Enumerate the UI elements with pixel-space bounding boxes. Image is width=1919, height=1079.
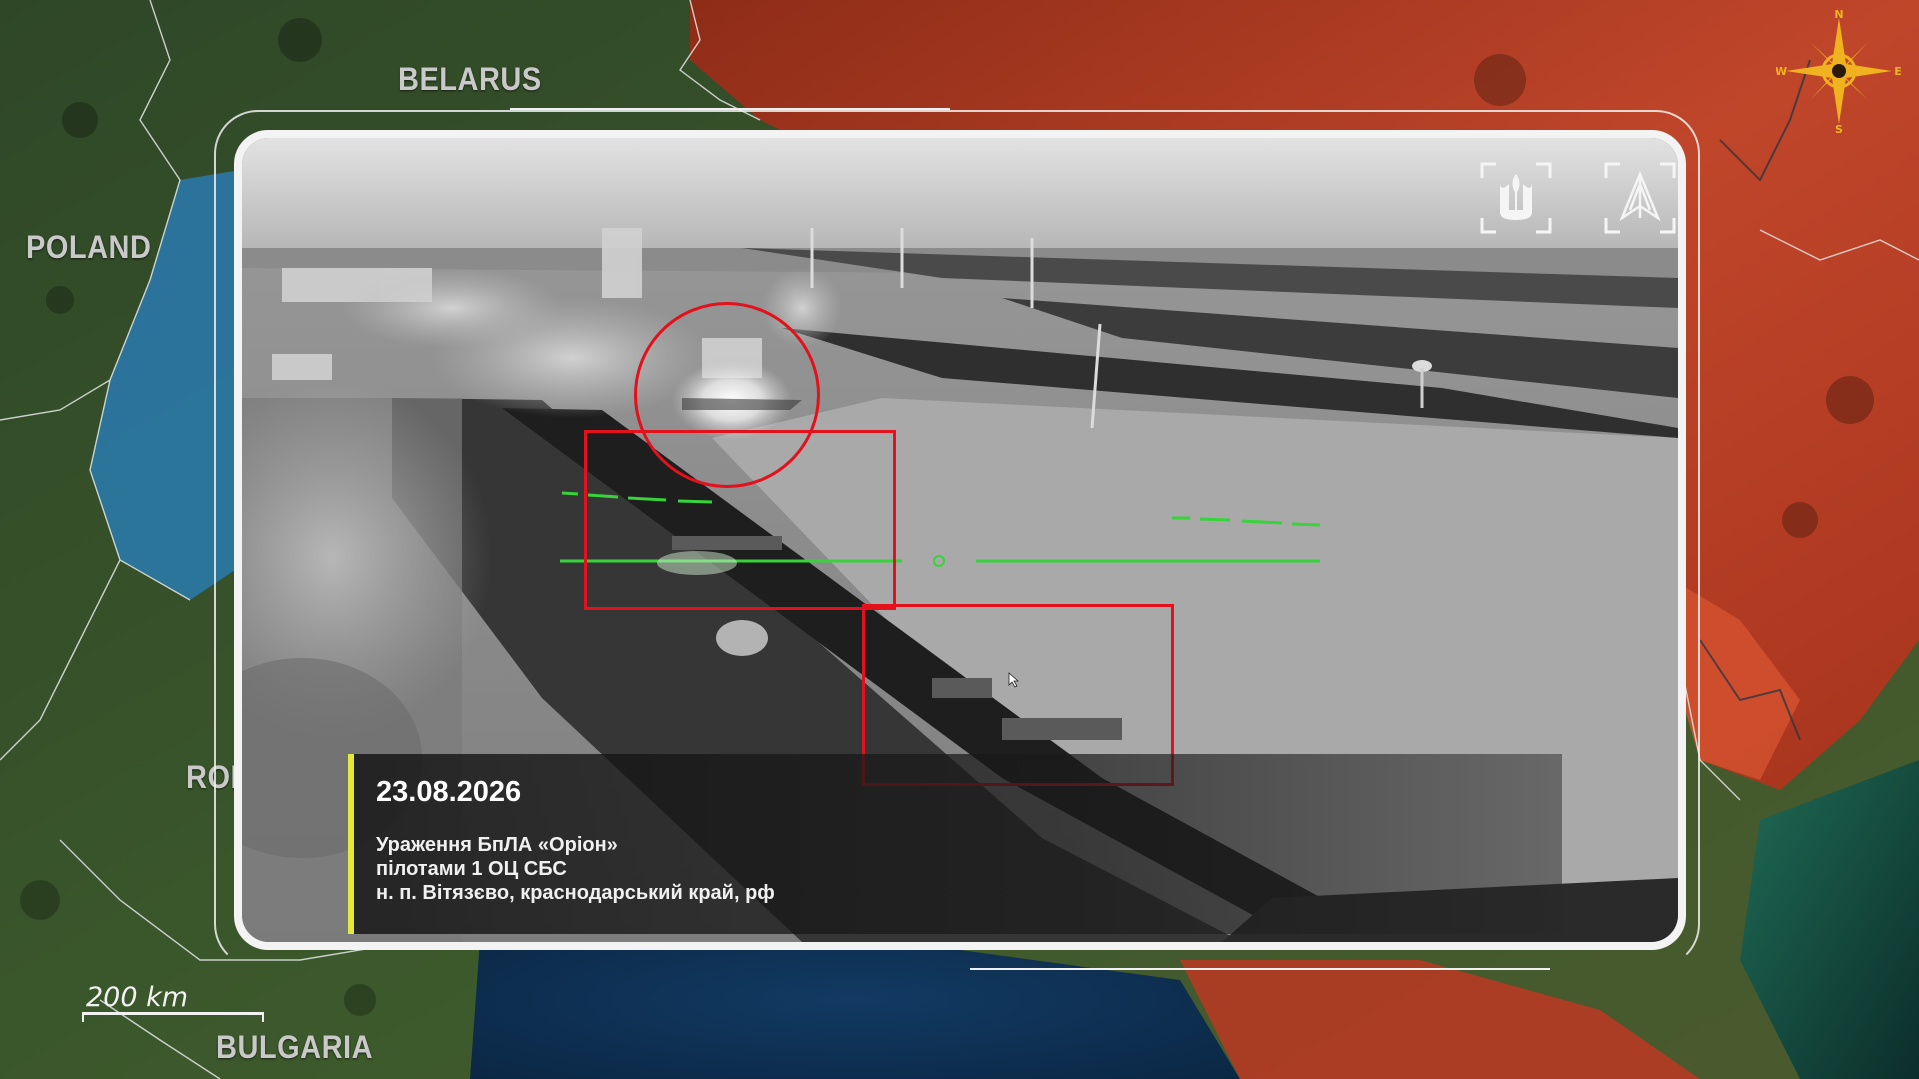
caption-line-1: Ураження БпЛА «Оріон»	[376, 834, 618, 856]
caption-date: 23.08.2026	[376, 776, 522, 808]
target-box-1	[584, 430, 896, 610]
compass-n: N	[1834, 8, 1843, 21]
video-card: 23.08.2026 Ураження БпЛА «Оріон» пілотам…	[234, 130, 1686, 950]
label-poland: POLAND	[26, 230, 152, 266]
mouse-cursor-icon	[1008, 672, 1020, 688]
caption-line-2: пілотами 1 ОЦ СБС	[376, 858, 567, 880]
trident-icon	[1478, 160, 1554, 236]
wings-icon	[1602, 160, 1678, 236]
map-scale: 200 km	[82, 982, 266, 1022]
caption-accent-bar	[348, 754, 354, 934]
compass-e: E	[1894, 65, 1902, 78]
scale-bar	[82, 1012, 264, 1022]
scale-label: 200 km	[86, 982, 189, 1013]
thermal-video-frame[interactable]: 23.08.2026 Ураження БпЛА «Оріон» пілотам…	[242, 138, 1678, 942]
decor-line-bottom	[970, 968, 1550, 970]
compass-rose-icon: N E S W	[1775, 8, 1902, 136]
stage: BELARUS POLAND ROM BULGARIA 200 km N E S…	[0, 0, 1919, 1079]
compass-w: W	[1776, 65, 1787, 78]
label-bulgaria: BULGARIA	[216, 1030, 374, 1066]
label-belarus: BELARUS	[398, 62, 542, 98]
compass-s: S	[1835, 123, 1843, 134]
caption-panel: 23.08.2026 Ураження БпЛА «Оріон» пілотам…	[348, 754, 1562, 934]
caption-line-3: н. п. Вітязєво, краснодарський край, рф	[376, 882, 775, 904]
